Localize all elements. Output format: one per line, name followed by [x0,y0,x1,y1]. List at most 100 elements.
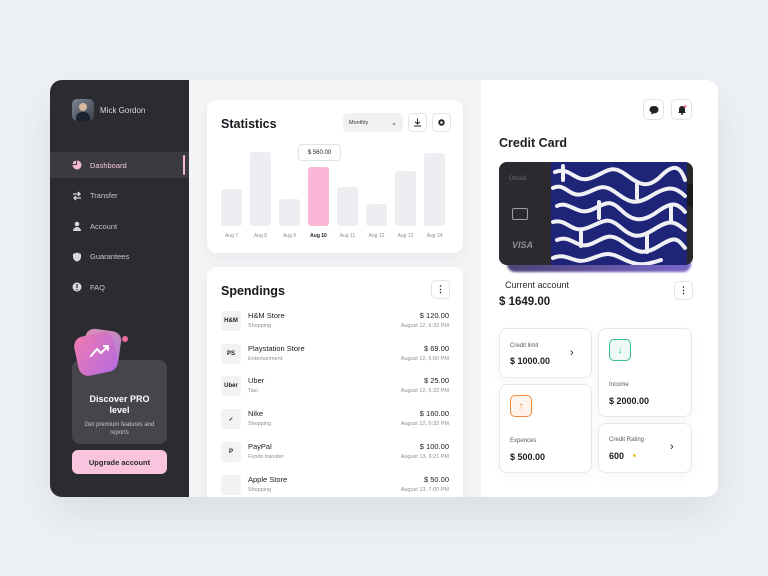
chevron-right-icon: › [570,347,574,359]
sidebar-item-label: Dashboard [90,160,127,170]
arrow-up-icon: ↑ [510,395,532,417]
credit-column: Credit Card Obsidi VISA Current account … [481,80,718,497]
transaction-row[interactable]: PS Playstation Store Entertainment $ 69.00 A… [221,343,449,368]
transaction-category: Shopping [248,421,272,428]
card-pattern [551,162,687,265]
chart-x-tick-label: Aug 10 [310,233,327,239]
credit-limit-value: $ 1000.00 [510,356,551,366]
merchant-logo-icon: Uber [221,376,241,397]
merchant-logo-icon: ✓ [221,409,241,430]
transaction-date: August 13, 9:21 PM [400,453,449,460]
info-icon [72,282,82,292]
chart-x-tick-label: Aug 11 [339,233,356,239]
chart-bar[interactable] [366,203,387,226]
download-icon [414,118,421,127]
chart-bar[interactable] [337,186,358,226]
sidebar-item-dashboard[interactable]: Dashboard [50,152,189,178]
notifications-button[interactable] [671,99,692,120]
transaction-name: Nike [248,409,264,419]
transaction-row[interactable]: H&M H&M Store Shopping $ 120.00 August 12, 6… [221,311,449,335]
chart-bar[interactable] [308,166,329,226]
pro-title: Discover PRO level [89,394,150,415]
trend-graphic-icon [72,327,128,378]
transaction-category: Shopping [248,323,272,329]
chart-x-tick-label: Aug 9 [282,233,297,239]
chart-bar[interactable] [221,189,242,226]
transaction-row[interactable]: ✓ Nike Shopping $ 160.00 August 12, 6:32 PM [221,409,449,433]
expenses-card[interactable]: ↑ Expences $ 500.00 [499,384,592,473]
credit-rating-card[interactable]: Credit Rating 600 › [598,423,692,473]
period-select[interactable]: Monthly ⌄ [343,113,403,132]
user-profile[interactable]: Mick Gordon [72,99,145,121]
credit-limit-label: Credit limit [510,343,539,349]
credit-card[interactable]: Obsidi VISA [499,162,693,265]
chart-bar[interactable] [250,152,271,226]
transaction-date: August 12, 6:00 PM [400,355,449,362]
transaction-amount: $ 100.00 [419,441,449,451]
transaction-amount: $ 25.00 [423,376,449,386]
bell-icon [677,104,687,115]
shield-icon [72,252,82,262]
sidebar-item-guarantees[interactable]: Guarantees [50,244,189,270]
transaction-name: Playstation Store [248,343,305,353]
transaction-category: Entertainment [248,355,283,362]
transaction-name: PayPal [248,441,272,451]
chevron-right-icon: › [670,441,674,453]
sidebar-item-label: Transfer [90,191,118,200]
sidebar-item-label: FAQ [90,282,106,292]
spendings-panel: Spendings ⋮ H&M H&M Store Shopping $ 120.00… [207,267,463,497]
sidebar-item-label: Account [90,221,118,231]
merchant-logo-icon [221,474,241,495]
dashboard-window: Mick Gordon Dashboard Transfer Account G… [50,80,718,497]
spendings-title: Spendings [221,284,285,298]
transaction-row[interactable]: P PayPal Funds transfer $ 100.00 August 13, … [221,441,449,466]
merchant-logo-icon: P [221,441,241,462]
chart-x-tick-label: Aug 14 [426,233,443,239]
card-brand: Obsidi [509,176,527,182]
transaction-amount: $ 120.00 [419,311,449,320]
pro-subtitle: Get premium features and reports [84,422,155,436]
spendings-more-button[interactable]: ⋮ [431,280,450,299]
transaction-row[interactable]: Apple Store Shopping $ 50.00 August 13, 7:0… [221,474,449,498]
card-network: VISA [512,240,534,250]
period-value: Monthly [349,119,369,126]
arrow-down-icon: ↓ [609,339,631,361]
income-value: $ 2000.00 [609,396,650,406]
transaction-amount: $ 69.00 [423,343,449,353]
chat-icon [649,105,658,114]
income-card[interactable]: ↓ Income $ 2000.00 [598,328,692,417]
messages-button[interactable] [643,99,664,120]
gear-icon [438,119,445,126]
transaction-date: August 13, 7:00 PM [400,486,449,493]
current-account-value: $ 1649.00 [499,296,551,308]
rating-dot [633,454,636,457]
settings-button[interactable] [432,113,451,132]
transaction-category: Shopping [248,486,272,493]
sidebar-item-transfer[interactable]: Transfer [50,183,189,209]
chart-x-tick-label: Aug 7 [224,233,239,239]
user-icon [72,221,82,231]
pie-chart-icon [72,160,82,170]
chart-bar[interactable] [424,153,445,226]
upgrade-account-button[interactable]: Upgrade account [72,450,167,474]
download-button[interactable] [408,113,427,132]
credit-rating-value: 600 [609,451,625,461]
chart-bar[interactable] [279,198,300,226]
expenses-value: $ 500.00 [510,452,546,462]
transaction-row[interactable]: Uber Uber Taxi $ 25.00 August 12, 6:32 PM [221,376,449,400]
more-vertical-icon: ⋮ [436,284,445,294]
account-more-button[interactable]: ⋮ [674,281,693,300]
sidebar-item-account[interactable]: Account [50,213,189,239]
credit-rating-label: Credit Rating [609,437,645,443]
statistics-panel: Statistics Monthly ⌄ Aug 7 Aug 8 Aug 9 Aug … [207,100,463,253]
transaction-amount: $ 50.00 [423,474,449,484]
avatar[interactable] [72,99,94,121]
transaction-date: August 12, 6:32 PM [400,323,449,329]
chart-bar[interactable] [395,170,416,226]
card-chip-icon [512,208,528,220]
credit-limit-card[interactable]: Credit limit $ 1000.00 › [499,328,592,378]
transaction-date: August 12, 6:32 PM [400,388,449,395]
merchant-logo-icon: PS [221,343,241,364]
sidebar-item-faq[interactable]: FAQ [50,274,189,300]
transaction-name: Uber [248,376,265,386]
